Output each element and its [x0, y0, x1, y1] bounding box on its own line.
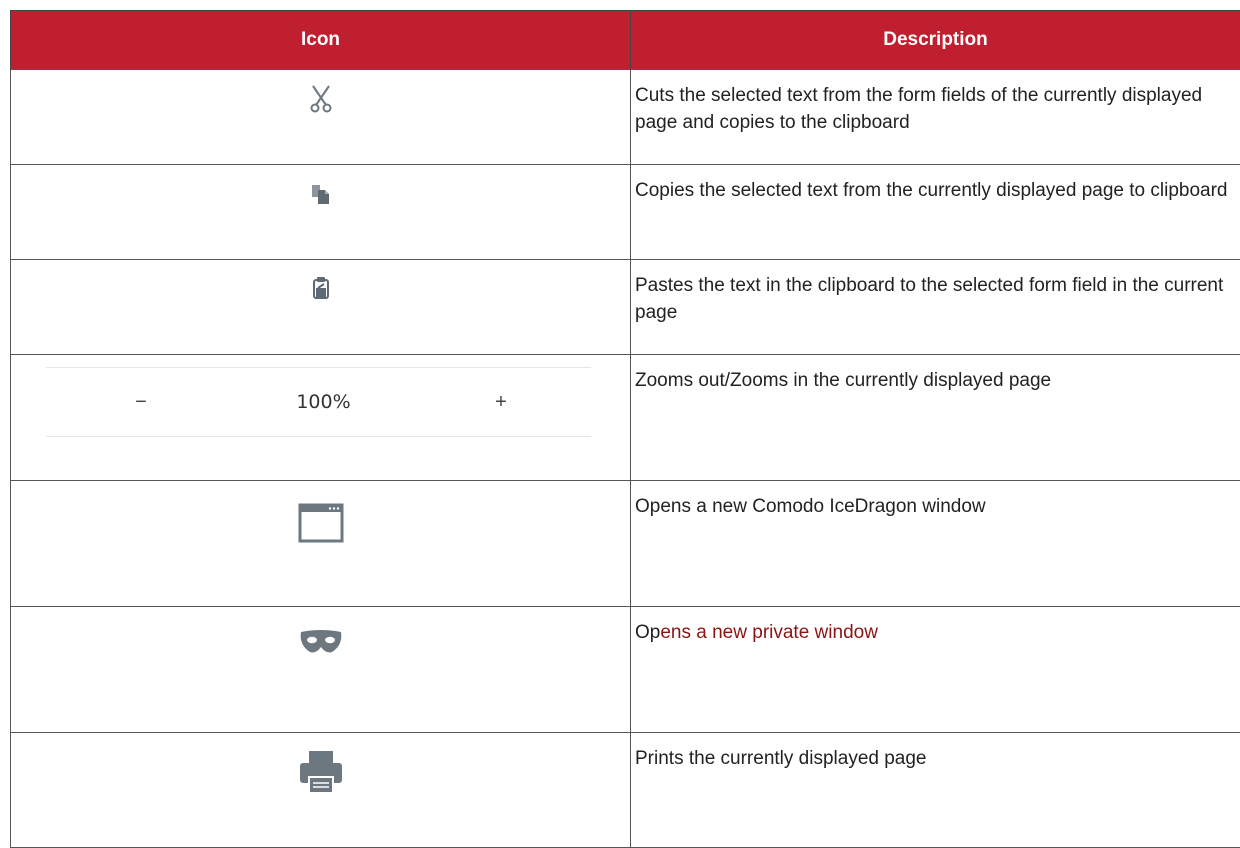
description-cell: Zooms out/Zooms in the currently display… [631, 355, 1240, 481]
description-text: Op [635, 622, 660, 643]
printer-icon[interactable] [298, 749, 344, 795]
copy-icon[interactable] [310, 183, 332, 205]
table-row: Copies the selected text from the curren… [11, 165, 1240, 260]
icon-cell [11, 607, 631, 733]
description-cell: Opens a new private window [631, 607, 1240, 733]
table-row: Prints the currently displayed page [11, 733, 1240, 848]
table-row: Pastes the text in the clipboard to the … [11, 260, 1240, 355]
table-row: Opens a new Comodo IceDragon window [11, 481, 1240, 607]
zoom-level-display[interactable]: 100% [236, 382, 411, 422]
zoom-out-button[interactable]: − [46, 382, 236, 422]
description-cell: Prints the currently displayed page [631, 733, 1240, 848]
icon-cell: − 100% + [11, 355, 631, 481]
header-description: Description [631, 11, 1240, 70]
table-row: − 100% + Zooms out/Zooms in the currentl… [11, 355, 1240, 481]
description-cell: Pastes the text in the clipboard to the … [631, 260, 1240, 355]
description-cell: Copies the selected text from the curren… [631, 165, 1240, 260]
icon-cell [11, 481, 631, 607]
description-link[interactable]: ens a new private window [660, 622, 878, 643]
private-mask-icon[interactable] [299, 629, 343, 655]
new-window-icon[interactable] [298, 503, 344, 543]
description-cell: Cuts the selected text from the form fie… [631, 70, 1240, 165]
description-cell: Opens a new Comodo IceDragon window [631, 481, 1240, 607]
icon-cell [11, 260, 631, 355]
zoom-in-button[interactable]: + [411, 382, 591, 422]
table-header-row: Icon Description [11, 11, 1240, 70]
zoom-control: − 100% + [46, 367, 591, 437]
icon-description-table: Icon Description Cuts the selected text … [10, 10, 1240, 848]
table-row: Cuts the selected text from the form fie… [11, 70, 1240, 165]
table-row: Opens a new private window [11, 607, 1240, 733]
paste-icon[interactable] [312, 276, 330, 300]
scissors-icon[interactable] [309, 84, 333, 114]
icon-cell [11, 165, 631, 260]
header-icon: Icon [11, 11, 631, 70]
icon-cell [11, 70, 631, 165]
icon-cell [11, 733, 631, 848]
